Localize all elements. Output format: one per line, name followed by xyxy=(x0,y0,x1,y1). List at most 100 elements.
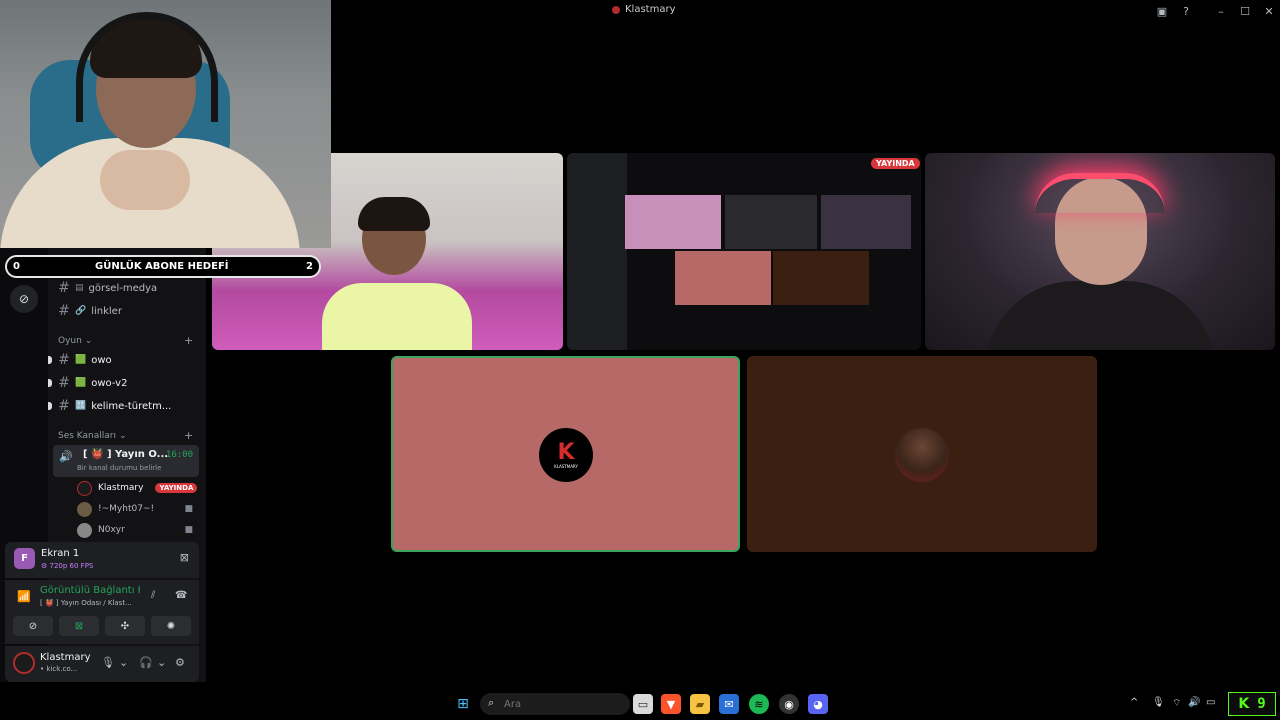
avatar: K KLASTMARY xyxy=(539,428,593,482)
close-button[interactable]: ✕ xyxy=(1262,4,1276,18)
channel-kelime-turetme[interactable]: # 🔠 kelime-türetm... xyxy=(58,396,200,416)
video-tile-screen-share[interactable]: YAYINDA xyxy=(567,153,921,350)
inbox-icon[interactable]: ▣ xyxy=(1155,4,1169,18)
soundboard-button[interactable]: ✺ xyxy=(151,616,191,636)
headphones-icon[interactable]: 🎧 xyxy=(139,656,153,669)
voice-channel-status[interactable]: Bir kanal durumu belirle xyxy=(77,464,161,472)
category-ses-kanallari[interactable]: Ses Kanalları ⌄ xyxy=(58,431,127,441)
hash-icon: # xyxy=(58,303,70,319)
voice-user-klastmary[interactable]: Klastmary YAYINDA xyxy=(77,479,199,497)
voice-user-name: N0xyr xyxy=(98,525,125,535)
search-input[interactable] xyxy=(504,696,594,712)
avatar xyxy=(77,522,92,538)
screen-share-quality-text: 720p 60 FPS xyxy=(49,562,94,570)
category-oyun[interactable]: Oyun ⌄ xyxy=(58,336,92,346)
channel-linkler[interactable]: # 🔗 linkler xyxy=(58,301,200,321)
microphone-icon[interactable]: 🎙 xyxy=(1152,697,1165,708)
avatar[interactable] xyxy=(13,652,35,674)
activities-button[interactable]: ✣ xyxy=(105,616,145,636)
window-title: Klastmary xyxy=(612,4,676,15)
taskbar-search[interactable]: ⌕ xyxy=(480,693,630,715)
brave-browser-icon[interactable]: ▼ xyxy=(661,694,681,714)
gear-icon[interactable]: ⚙ xyxy=(175,656,185,669)
live-badge: YAYINDA xyxy=(871,158,920,169)
user-name[interactable]: Klastmary xyxy=(40,652,91,663)
window-title-text: Klastmary xyxy=(625,4,676,15)
user-status: • kick.co... xyxy=(40,665,78,673)
screen-share-button[interactable]: ⊠ xyxy=(59,616,99,636)
microphone-icon[interactable]: 🎙 xyxy=(101,656,115,669)
app-logo-icon xyxy=(612,5,620,14)
noise-suppression-icon[interactable]: ⫽ xyxy=(151,590,155,601)
spotify-icon[interactable]: ≋ xyxy=(749,694,769,714)
discord-icon[interactable]: ◕ xyxy=(808,694,828,714)
user-panel: Klastmary • kick.co... 🎙 ⌄ 🎧 ⌄ ⚙ xyxy=(5,646,199,682)
voice-channel-emoji: [ 👹 ] xyxy=(83,449,112,460)
stream-preview-tile xyxy=(625,195,721,249)
video-tile-n0xyr[interactable] xyxy=(925,153,1275,350)
unread-indicator xyxy=(48,379,52,387)
avatar xyxy=(77,480,92,496)
subscriber-goal-bar: 0 GÜNLÜK ABONE HEDEFİ 2 xyxy=(5,255,321,278)
channel-emoji: 🟩 xyxy=(75,378,87,388)
voice-channel-yayin-odasi[interactable]: 🔊 [ 👹 ] Yayın O... 16:00 Bir kanal durum… xyxy=(53,445,199,477)
chevron-down-icon[interactable]: ⌄ xyxy=(119,656,128,669)
chevron-up-icon[interactable]: ^ xyxy=(1130,697,1138,708)
chevron-down-icon: ⌄ xyxy=(84,336,93,346)
screen-share-panel: F Ekran 1 ⚙ 720p 60 FPS ⊠ xyxy=(5,542,199,578)
voice-channel-title: [ 👹 ] Yayın O... xyxy=(83,449,168,460)
channel-emoji: 🟩 xyxy=(75,355,87,365)
voice-user-name: !~Myht07~! xyxy=(98,504,155,514)
volume-icon[interactable]: 🔊 xyxy=(1188,697,1200,708)
channel-name: linkler xyxy=(91,305,122,317)
rtc-status[interactable]: Görüntülü Bağlantı Kurul xyxy=(40,585,140,596)
maximize-button[interactable]: ☐ xyxy=(1238,4,1252,18)
minimize-button[interactable]: – xyxy=(1214,4,1228,18)
search-icon: ⌕ xyxy=(488,696,495,709)
voice-channel-name: Yayın O... xyxy=(115,449,169,460)
disconnect-icon[interactable]: ☎ xyxy=(175,590,187,601)
link-icon: 🔗 xyxy=(75,306,87,316)
wifi-icon[interactable]: ⌔ xyxy=(1172,697,1181,710)
channel-owo-v2[interactable]: # 🟩 owo-v2 xyxy=(58,373,200,393)
klastmary-logo: K xyxy=(557,439,575,465)
voice-user-myht07[interactable]: !~Myht07~! ■ xyxy=(77,500,199,518)
signal-icon[interactable]: 📶 xyxy=(17,590,31,603)
webcam-overlay xyxy=(0,0,331,248)
channel-name: owo-v2 xyxy=(91,377,128,389)
video-tile-user[interactable] xyxy=(747,356,1097,552)
channel-name: kelime-türetm... xyxy=(91,400,172,412)
channel-owo[interactable]: # 🟩 owo xyxy=(58,350,200,370)
camera-toggle-button[interactable]: ⊘ xyxy=(13,616,53,636)
video-tile-klastmary[interactable]: K KLASTMARY xyxy=(391,356,740,552)
category-label: Ses Kanalları xyxy=(58,431,116,441)
task-view-icon[interactable]: ▭ xyxy=(633,694,653,714)
avatar xyxy=(77,501,92,517)
taskbar: ⊞ ⌕ ▭ ▼ ▰ ✉ ≋ ◉ ◕ ^ 🎙 ⌔ 🔊 ▭ xyxy=(0,688,1280,720)
add-channel-icon[interactable]: + xyxy=(184,429,193,442)
screen-share-quality: ⚙ 720p 60 FPS xyxy=(41,562,93,570)
speaker-icon: 🔊 xyxy=(59,450,73,463)
add-channel-icon[interactable]: + xyxy=(184,334,193,347)
screen-share-icon: F xyxy=(14,548,35,569)
goal-label: GÜNLÜK ABONE HEDEFİ xyxy=(95,261,229,272)
chevron-down-icon[interactable]: ⌄ xyxy=(157,656,166,669)
windows-start-icon[interactable]: ⊞ xyxy=(453,694,473,714)
channel-name: görsel-medya xyxy=(88,282,158,294)
voice-channel-time: 16:00 xyxy=(165,450,193,460)
rtc-channel[interactable]: [ 👹 ] Yayın Odası / Klast... xyxy=(40,599,132,607)
file-explorer-icon[interactable]: ▰ xyxy=(690,694,710,714)
obs-icon[interactable]: ◉ xyxy=(779,694,799,714)
discover-icon[interactable]: ⊘ xyxy=(10,285,38,313)
help-icon[interactable]: ? xyxy=(1179,4,1193,18)
stop-share-button[interactable]: ⊠ xyxy=(180,551,189,564)
channel-gorsel-medya[interactable]: # ▤ görsel-medya xyxy=(58,278,200,298)
mail-icon[interactable]: ✉ xyxy=(719,694,739,714)
battery-icon[interactable]: ▭ xyxy=(1206,697,1215,708)
screen-share-name: Ekran 1 xyxy=(41,548,80,559)
stream-preview-sidebar xyxy=(567,153,627,350)
unread-indicator xyxy=(48,402,52,410)
voice-user-n0xyr[interactable]: N0xyr ■ xyxy=(77,521,199,539)
hash-icon: # xyxy=(58,352,70,368)
goal-current: 0 xyxy=(13,261,20,272)
